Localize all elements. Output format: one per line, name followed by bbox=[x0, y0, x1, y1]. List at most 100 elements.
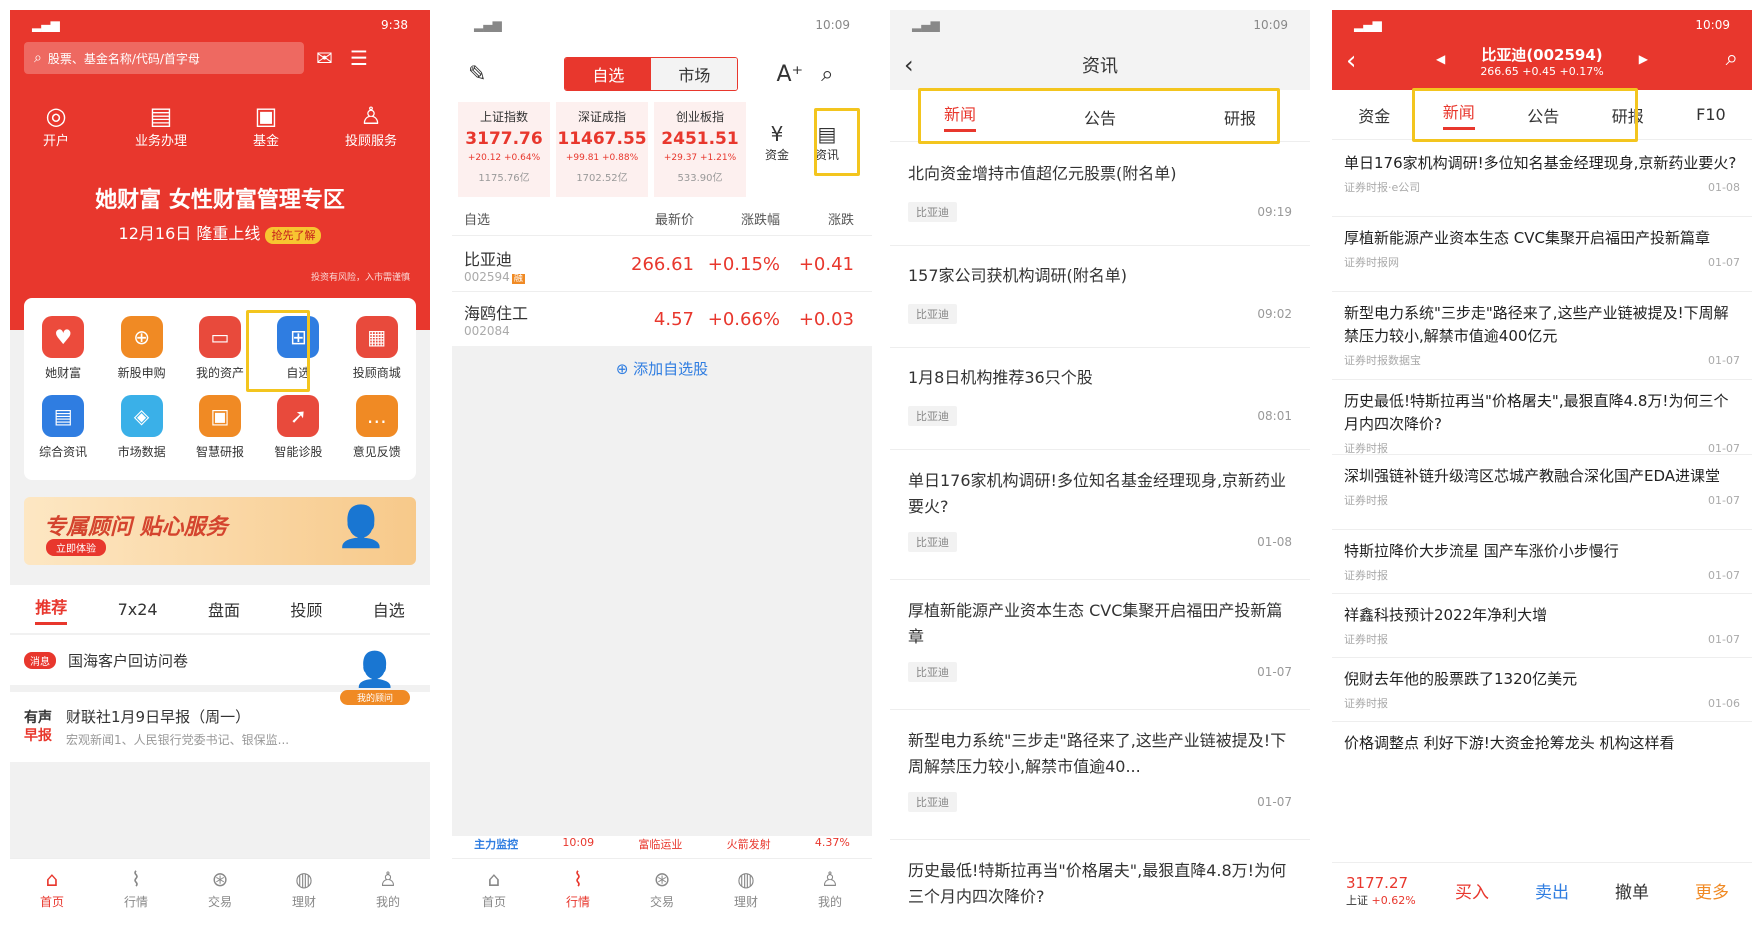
list-item[interactable]: 深圳强链补链升级湾区芯城产教融合深化国产EDA进课堂 证券时报 01-07 bbox=[1332, 455, 1752, 530]
list-item[interactable]: 1月8日机构推荐36只个股 比亚迪 08:01 bbox=[890, 348, 1310, 450]
tabbar-mine[interactable]: ♙ 我的 bbox=[788, 859, 872, 918]
grid-assets[interactable]: ▭ 我的资产 bbox=[185, 316, 255, 381]
list-item[interactable]: 北向资金增持市值超亿元股票(附名单) 比亚迪 09:19 bbox=[890, 144, 1310, 246]
tab-market[interactable]: 盘面 bbox=[208, 597, 240, 621]
list-item[interactable]: 157家公司获机构调研(附名单) 比亚迪 09:02 bbox=[890, 246, 1310, 348]
tab-advisor[interactable]: 投顾 bbox=[290, 597, 322, 621]
grid-advisor-mall[interactable]: ▦ 投顾商城 bbox=[342, 316, 412, 381]
banner-button[interactable]: 抢先了解 bbox=[265, 227, 322, 244]
list-item[interactable]: 倪财去年他的股票跌了1320亿美元 证券时报 01-06 bbox=[1332, 658, 1752, 722]
edit-icon[interactable]: ✎ bbox=[468, 62, 486, 87]
seg-market[interactable]: 市场 bbox=[651, 58, 738, 90]
col-pct[interactable]: 涨跌幅 bbox=[694, 209, 780, 228]
list-item[interactable]: 厚植新能源产业资本生态 CVC集聚开启福田产投新篇章 证券时报网 01-07 bbox=[1332, 217, 1752, 292]
mail-icon[interactable]: ✉ bbox=[316, 46, 333, 70]
tabbar-wealth[interactable]: ◍ 理财 bbox=[704, 859, 788, 918]
grid-tacaifu[interactable]: ♥ 她财富 bbox=[28, 316, 98, 381]
compass-icon: ➚ bbox=[277, 395, 320, 437]
index-mini[interactable]: 3177.27 上证 +0.62% bbox=[1332, 874, 1432, 908]
tabbar-quotes[interactable]: ⌇ 行情 bbox=[94, 859, 178, 918]
quick-open-account[interactable]: ◎ 开户 bbox=[43, 102, 69, 149]
advisor-ad[interactable]: 专属顾问 贴心服务 立即体验 👤 bbox=[24, 497, 416, 565]
next-stock-icon[interactable]: ▶ bbox=[1639, 52, 1648, 66]
tabbar-wealth[interactable]: ◍ 理财 bbox=[262, 859, 346, 918]
table-row[interactable]: 比亚迪 002594 融 266.61 +0.15% +0.41 bbox=[452, 238, 872, 292]
menu-icon[interactable]: ☰ bbox=[350, 46, 368, 70]
search-icon[interactable]: ⌕ bbox=[821, 62, 833, 87]
add-watchlist-button[interactable]: ⊕ 添加自选股 bbox=[452, 358, 872, 379]
tabbar-trade[interactable]: ⊛ 交易 bbox=[178, 859, 262, 918]
list-item[interactable]: 价格调整点 利好下游!大资金抢筹龙头 机构这样看 bbox=[1332, 722, 1752, 752]
search-input[interactable]: ⌕ 股票、基金名称/代码/首字母 bbox=[24, 42, 304, 74]
tab-7x24[interactable]: 7x24 bbox=[118, 600, 158, 619]
col-change[interactable]: 涨跌 bbox=[780, 209, 854, 228]
list-item[interactable]: 新型电力系统"三步走"路径来了,这些产业链被提及!下周解禁压力较小,解禁市值逾4… bbox=[1332, 292, 1752, 380]
fund-flow-button[interactable]: ¥ 资金 bbox=[752, 102, 802, 197]
advisor-float[interactable]: 👤 我的顾问 bbox=[340, 650, 410, 730]
stock-tag[interactable]: 比亚迪 bbox=[908, 792, 957, 812]
more-button[interactable]: 更多 bbox=[1672, 878, 1752, 903]
stock-tag[interactable]: 比亚迪 bbox=[908, 202, 957, 222]
back-icon[interactable]: ‹ bbox=[904, 51, 914, 79]
index-card[interactable]: 创业板指 2451.51 +29.37 +1.21% 533.90亿 bbox=[654, 102, 746, 197]
search-icon[interactable]: ⌕ bbox=[1726, 46, 1738, 71]
list-item[interactable]: 新型电力系统"三步走"路径来了,这些产业链被提及!下周解禁压力较小,解禁市值逾4… bbox=[890, 710, 1310, 840]
tabbar-mine[interactable]: ♙ 我的 bbox=[346, 859, 430, 918]
list-item[interactable]: 单日176家机构调研!多位知名基金经理现身,京新药业要火? 比亚迪 01-08 bbox=[890, 450, 1310, 580]
cancel-order-button[interactable]: 撤单 bbox=[1592, 878, 1672, 903]
grid-news[interactable]: ▤ 综合资讯 bbox=[28, 395, 98, 460]
quick-business[interactable]: ▤ 业务办理 bbox=[135, 102, 187, 149]
watchlist-columns: 自选 最新价 涨跌幅 涨跌 bbox=[452, 202, 872, 236]
news-title: 单日176家机构调研!多位知名基金经理现身,京新药业要火? bbox=[1344, 154, 1737, 172]
stock-title: 比亚迪(002594) bbox=[1481, 46, 1603, 64]
grid-diagnosis[interactable]: ➚ 智能诊股 bbox=[263, 395, 333, 460]
news-subtitle: 宏观新闻1、人民银行党委书记、银保监... bbox=[66, 733, 290, 747]
grid-feedback[interactable]: … 意见反馈 bbox=[342, 395, 412, 460]
list-item[interactable]: 特斯拉降价大步流星 国产车涨价小步慢行 证券时报 01-07 bbox=[1332, 530, 1752, 594]
list-item[interactable]: 单日176家机构调研!多位知名基金经理现身,京新药业要火? 证券时报·e公司 01-… bbox=[1332, 142, 1752, 217]
seg-watchlist[interactable]: 自选 bbox=[565, 58, 652, 90]
chart-icon: ⌇ bbox=[573, 867, 583, 891]
tab-f10[interactable]: F10 bbox=[1696, 105, 1726, 124]
quick-advisor[interactable]: ♙ 投顾服务 bbox=[345, 102, 397, 149]
tabbar-label: 我的 bbox=[817, 895, 842, 909]
tab-fund[interactable]: 资金 bbox=[1358, 103, 1390, 127]
stock-tag[interactable]: 比亚迪 bbox=[908, 532, 957, 552]
news-time: 01-07 bbox=[1708, 255, 1740, 269]
phone-home-screen: ▂▄▆ 9:38 ⌕ 股票、基金名称/代码/首字母 ✉ ☰ ◎ 开户 ▤ 业务办理 … bbox=[10, 10, 430, 918]
index-card[interactable]: 上证指数 3177.76 +20.12 +0.64% 1175.76亿 bbox=[458, 102, 550, 197]
tab-watchlist[interactable]: 自选 bbox=[373, 597, 405, 621]
font-size-icon[interactable]: A⁺ bbox=[776, 62, 803, 87]
stock-tag[interactable]: 比亚迪 bbox=[908, 304, 957, 324]
list-item[interactable]: 厚植新能源产业资本生态 CVC集聚开启福田产投新篇章 比亚迪 01-07 bbox=[890, 580, 1310, 710]
promo-banner[interactable]: 她财富 女性财富管理专区 12月16日 隆重上线 抢先了解 投资有风险，入市需谨… bbox=[10, 182, 430, 283]
grid-market-data[interactable]: ◈ 市场数据 bbox=[107, 395, 177, 460]
list-item[interactable]: 历史最低!特斯拉再当"价格屠夫",最狠直降4.8万!为何三个月内四次降价? 证券时… bbox=[1332, 380, 1752, 455]
grid-ipo[interactable]: ⊕ 新股申购 bbox=[107, 316, 177, 381]
tabbar-home[interactable]: ⌂ 首页 bbox=[452, 859, 536, 918]
list-item[interactable]: 历史最低!特斯拉再当"价格屠夫",最狠直降4.8万!为何三个月内四次降价? bbox=[890, 840, 1310, 918]
quick-fund[interactable]: ▣ 基金 bbox=[253, 102, 279, 149]
col-name[interactable]: 自选 bbox=[464, 209, 584, 228]
ticker-strip[interactable]: 主力监控 10:09 富临运业 火箭发射 4.37% bbox=[452, 836, 872, 858]
tabbar-label: 首页 bbox=[39, 895, 64, 909]
tab-recommend[interactable]: 推荐 bbox=[35, 594, 68, 625]
tabbar-home[interactable]: ⌂ 首页 bbox=[10, 859, 94, 918]
table-row[interactable]: 海鸥住工 002084 4.57 +0.66% +0.03 bbox=[452, 292, 872, 346]
sell-button[interactable]: 卖出 bbox=[1512, 878, 1592, 903]
tabbar-trade[interactable]: ⊛ 交易 bbox=[620, 859, 704, 918]
stock-tag[interactable]: 比亚迪 bbox=[908, 406, 957, 426]
news-list: 北向资金增持市值超亿元股票(附名单) 比亚迪 09:19 157家公司获机构调研(附… bbox=[890, 144, 1310, 918]
grid-research[interactable]: ▣ 智慧研报 bbox=[185, 395, 255, 460]
news-title: 价格调整点 利好下游!大资金抢筹龙头 机构这样看 bbox=[1344, 734, 1675, 752]
stock-tag[interactable]: 比亚迪 bbox=[908, 662, 957, 682]
buy-button[interactable]: 买入 bbox=[1432, 878, 1512, 903]
status-bar: ▂▄▆ 10:09 bbox=[1332, 10, 1752, 40]
tabbar-quotes[interactable]: ⌇ 行情 bbox=[536, 859, 620, 918]
col-price[interactable]: 最新价 bbox=[584, 209, 694, 228]
audio-news-logo: 有声 早报 bbox=[24, 709, 52, 745]
index-card[interactable]: 深证成指 11467.55 +99.81 +0.88% 1702.52亿 bbox=[556, 102, 648, 197]
news-source: 证券时报 bbox=[1344, 697, 1388, 710]
ad-button[interactable]: 立即体验 bbox=[46, 539, 106, 556]
list-item[interactable]: 祥鑫科技预计2022年净利大增 证券时报 01-07 bbox=[1332, 594, 1752, 658]
